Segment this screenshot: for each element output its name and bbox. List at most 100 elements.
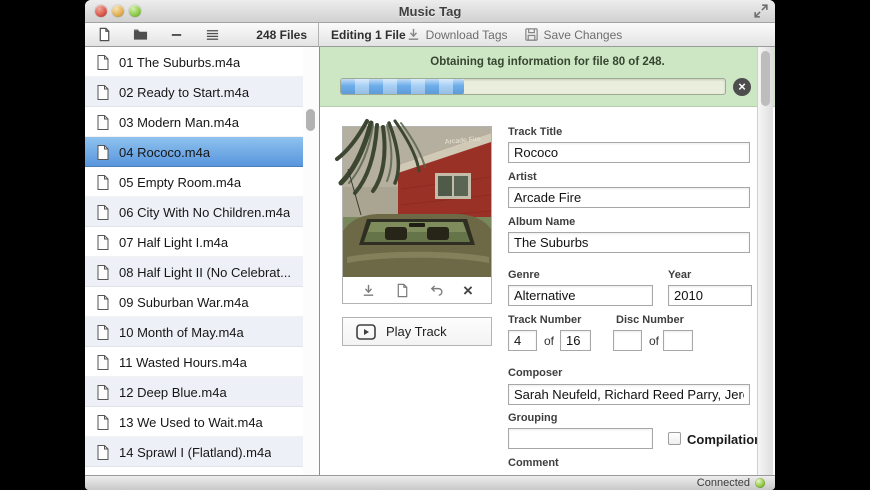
progress-bar	[340, 78, 726, 95]
artwork-undo-icon[interactable]	[429, 283, 444, 298]
file-name: 01 The Suburbs.m4a	[119, 54, 241, 70]
cancel-progress-button[interactable]: ×	[733, 78, 751, 96]
progress-fill	[341, 79, 464, 94]
file-name: 11 Wasted Hours.m4a	[119, 354, 247, 370]
disc-number-input[interactable]	[613, 330, 642, 351]
file-list-row[interactable]: 08 Half Light II (No Celebrat...	[85, 257, 303, 287]
save-changes-button[interactable]: Save Changes	[524, 27, 623, 42]
album-name-input[interactable]	[508, 232, 750, 253]
file-list-scroll-thumb[interactable]	[306, 109, 315, 131]
file-icon	[97, 144, 109, 160]
edit-panel-scrollbar[interactable]	[757, 47, 773, 476]
file-list-row[interactable]: 11 Wasted Hours.m4a	[85, 347, 303, 377]
file-list-row[interactable]: 12 Deep Blue.m4a	[85, 377, 303, 407]
file-list-row[interactable]: 09 Suburban War.m4a	[85, 287, 303, 317]
file-list-row[interactable]: 14 Sprawl I (Flatland).m4a	[85, 437, 303, 467]
disc-number-of: of	[649, 334, 660, 348]
edit-panel-scroll-thumb[interactable]	[761, 51, 770, 106]
file-list-scrollbar[interactable]	[303, 47, 319, 476]
save-changes-label: Save Changes	[543, 27, 623, 42]
play-track-button[interactable]: Play Track	[342, 317, 492, 346]
grouping-label: Grouping	[508, 412, 558, 424]
track-title-label: Track Title	[508, 126, 563, 138]
download-tags-label: Download Tags	[425, 27, 508, 42]
file-icon	[97, 324, 109, 340]
app-window: Music Tag 248 Files Editing 1 File Downl…	[85, 0, 775, 490]
file-list-row[interactable]: 06 City With No Children.m4a	[85, 197, 303, 227]
title-bar: Music Tag	[85, 0, 775, 23]
file-icon	[97, 354, 109, 370]
artist-input[interactable]	[508, 187, 750, 208]
window-title: Music Tag	[398, 4, 462, 19]
artwork-remove-icon[interactable]: ×	[463, 282, 473, 299]
file-name: 14 Sprawl I (Flatland).m4a	[119, 444, 272, 460]
connected-status-icon	[755, 478, 765, 488]
file-list-row[interactable]: 01 The Suburbs.m4a	[85, 47, 303, 77]
file-name: 07 Half Light I.m4a	[119, 234, 229, 250]
track-number-label: Track Number	[508, 314, 582, 326]
album-artwork: Arcade Fire ×	[335, 119, 492, 304]
list-view-icon[interactable]	[205, 27, 220, 42]
file-list-row[interactable]: 07 Half Light I.m4a	[85, 227, 303, 257]
file-list-row[interactable]: 05 Empty Room.m4a	[85, 167, 303, 197]
file-count: 248 Files	[256, 27, 307, 42]
file-name: 05 Empty Room.m4a	[119, 174, 242, 190]
composer-input[interactable]	[508, 384, 750, 405]
file-list-row[interactable]: 02 Ready to Start.m4a	[85, 77, 303, 107]
play-track-label: Play Track	[386, 324, 447, 339]
editing-status: Editing 1 File	[331, 27, 406, 42]
artist-label: Artist	[508, 171, 537, 183]
file-icon	[97, 54, 109, 70]
year-input[interactable]	[668, 285, 752, 306]
download-tags-button[interactable]: Download Tags	[406, 27, 508, 42]
edit-panel: Obtaining tag information for file 80 of…	[320, 47, 775, 476]
file-icon	[97, 264, 109, 280]
file-icon	[97, 204, 109, 220]
genre-label: Genre	[508, 269, 540, 281]
file-icon	[97, 384, 109, 400]
remove-file-icon[interactable]	[169, 27, 184, 42]
file-name: 03 Modern Man.m4a	[119, 114, 239, 130]
genre-input[interactable]	[508, 285, 653, 306]
file-list: 01 The Suburbs.m4a 02 Ready to Start.m4a…	[85, 47, 303, 476]
file-list-row[interactable]: 10 Month of May.m4a	[85, 317, 303, 347]
file-icon	[97, 294, 109, 310]
composer-label: Composer	[508, 367, 563, 379]
album-name-label: Album Name	[508, 216, 576, 228]
file-name: 09 Suburban War.m4a	[119, 294, 249, 310]
compilation-checkbox[interactable]	[668, 432, 681, 445]
file-icon	[97, 84, 109, 100]
file-icon	[97, 234, 109, 250]
artwork-file-icon[interactable]	[395, 283, 410, 298]
open-folder-icon[interactable]	[133, 27, 148, 42]
grouping-input[interactable]	[508, 428, 653, 449]
expand-icon[interactable]	[754, 4, 768, 18]
file-icon	[97, 414, 109, 430]
toolbar: 248 Files Editing 1 File Download Tags S…	[85, 23, 775, 47]
disc-total-input[interactable]	[663, 330, 693, 351]
file-list-row[interactable]: 13 We Used to Wait.m4a	[85, 407, 303, 437]
track-total-input[interactable]	[560, 330, 591, 351]
track-title-input[interactable]	[508, 142, 750, 163]
file-icon	[97, 444, 109, 460]
file-list-row[interactable]: 04 Rococo.m4a	[85, 137, 303, 167]
toolbar-left: 248 Files	[85, 23, 319, 46]
artwork-download-icon[interactable]	[361, 283, 376, 298]
file-name: 13 We Used to Wait.m4a	[119, 414, 263, 430]
file-list-row[interactable]: 03 Modern Man.m4a	[85, 107, 303, 137]
year-label: Year	[668, 269, 692, 281]
toolbar-right: Editing 1 File Download Tags Save Change…	[320, 23, 775, 46]
play-icon	[356, 323, 376, 340]
file-name: 06 City With No Children.m4a	[119, 204, 291, 220]
file-icon	[97, 174, 109, 190]
progress-banner: Obtaining tag information for file 80 of…	[320, 47, 775, 107]
track-number-input[interactable]	[508, 330, 537, 351]
file-name: 02 Ready to Start.m4a	[119, 84, 250, 100]
artwork-actions: ×	[343, 277, 491, 303]
new-file-icon[interactable]	[97, 27, 112, 42]
file-name: 08 Half Light II (No Celebrat...	[119, 264, 291, 280]
file-name: 12 Deep Blue.m4a	[119, 384, 227, 400]
progress-message: Obtaining tag information for file 80 of…	[430, 56, 665, 68]
main-area: 01 The Suburbs.m4a 02 Ready to Start.m4a…	[85, 47, 775, 476]
file-name: 10 Month of May.m4a	[119, 324, 244, 340]
